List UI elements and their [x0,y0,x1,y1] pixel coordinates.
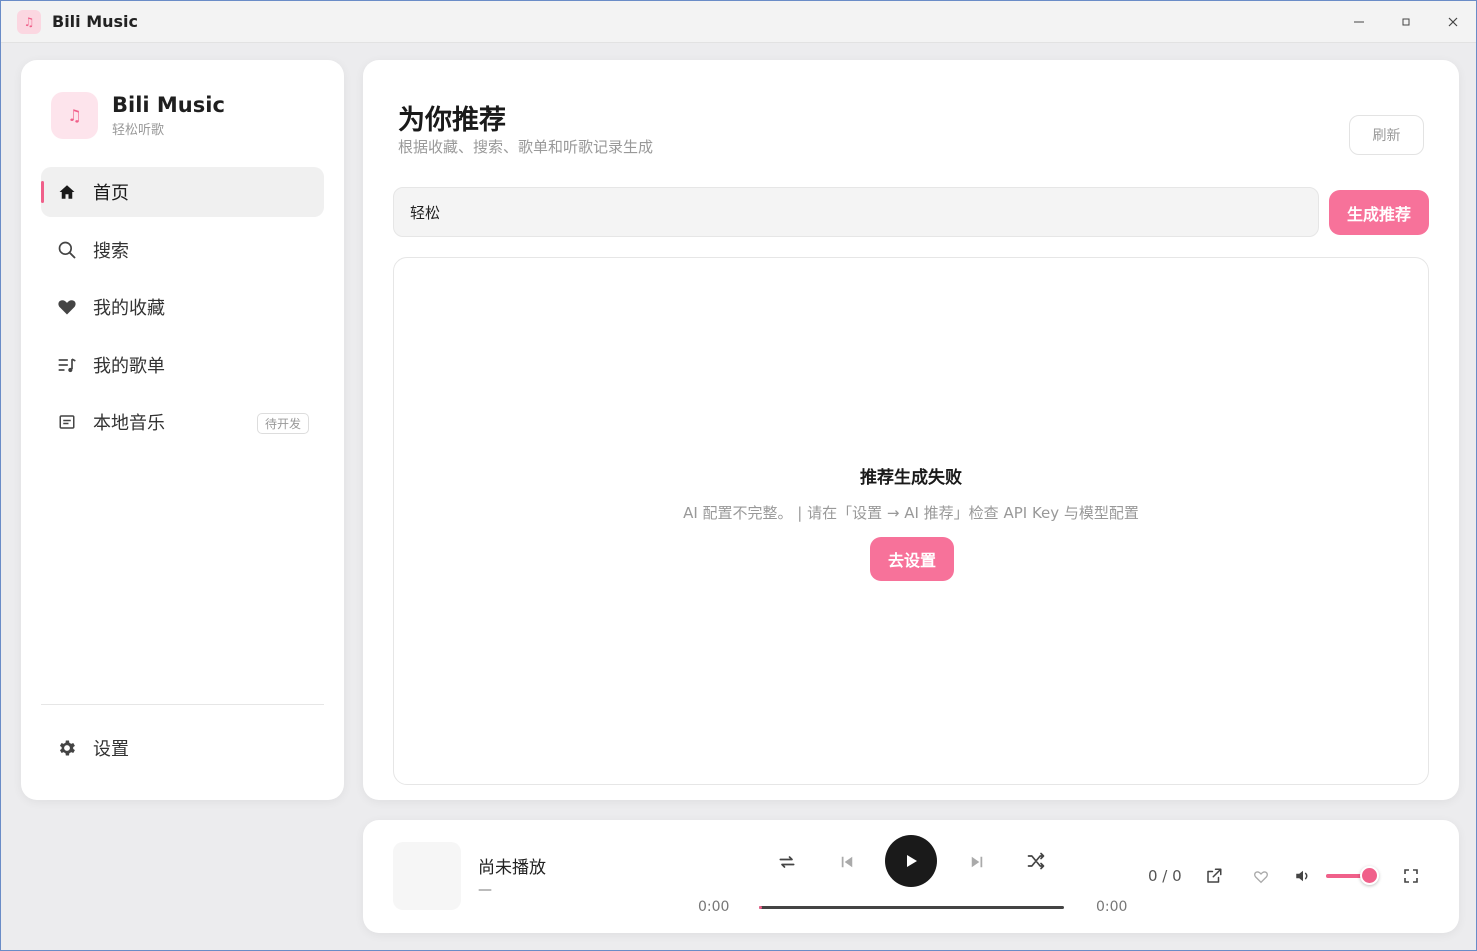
title-bar: ♫ Bili Music [1,1,1476,43]
play-button[interactable] [885,835,937,887]
recommendation-panel: 推荐生成失败 AI 配置不完整。 | 请在「设置 → AI 推荐」检查 API … [393,257,1429,785]
generate-button[interactable]: 生成推荐 [1329,190,1429,235]
shuffle-icon [1027,852,1045,870]
sidebar-item-search[interactable]: 搜索 [41,225,324,275]
shuffle-button[interactable] [1022,847,1050,875]
sidebar-item-home[interactable]: 首页 [41,167,324,217]
sidebar-item-label: 设置 [93,739,129,760]
error-title: 推荐生成失败 [860,468,962,488]
search-icon [57,240,77,260]
play-icon [907,855,917,867]
music-note-icon: ♫ [51,92,98,139]
open-external-button[interactable] [1201,863,1227,889]
sidebar-item-label: 我的收藏 [93,298,165,319]
heart-icon [57,297,77,317]
maximize-icon [1402,18,1409,26]
heart-outline-icon [1254,871,1268,884]
error-message: AI 配置不完整。 | 请在「设置 → AI 推荐」检查 API Key 与模型… [683,504,1139,522]
page-title: 为你推荐 [398,105,506,136]
close-icon [1448,17,1457,27]
time-total: 0:00 [1096,899,1128,915]
time-current: 0:00 [698,899,730,915]
home-icon [57,182,77,202]
volume-knob[interactable] [1360,866,1379,885]
sidebar-item-playlists[interactable]: 我的歌单 [41,340,324,390]
track-title: 尚未播放 [478,858,546,878]
app-logo-icon: ♫ [17,9,41,34]
volume-button[interactable] [1290,863,1316,889]
brand: ♫ Bili Music 轻松听歌 [51,92,225,139]
skip-back-icon [841,856,853,868]
sidebar-item-label: 我的歌单 [93,356,165,377]
local-music-icon [57,412,77,432]
fullscreen-button[interactable] [1398,863,1424,889]
main-panel: 为你推荐 根据收藏、搜索、歌单和听歌记录生成 刷新 生成推荐 推荐生成失败 AI… [363,60,1459,800]
player-bar: 尚未播放 — 0:00 0:00 0 / 0 [363,820,1459,933]
app-window: ♫ Bili Music ♫ Bili Music 轻松听歌 首页 搜索 我的收… [0,0,1477,951]
progress-fill [759,906,763,909]
sidebar-item-favorites[interactable]: 我的收藏 [41,282,324,332]
progress-bar[interactable] [759,906,1064,909]
brand-subtitle: 轻松听歌 [112,123,165,138]
page-subtitle: 根据收藏、搜索、歌单和听歌记录生成 [398,138,654,156]
minimize-icon [1353,21,1364,23]
repeat-button[interactable] [773,848,801,876]
playlist-icon [57,355,77,375]
skip-forward-icon [971,856,983,868]
sidebar-item-label: 搜索 [93,241,129,262]
fullscreen-icon [1404,869,1418,883]
brand-name: Bili Music [112,93,225,117]
go-settings-button[interactable]: 去设置 [870,537,954,581]
sidebar-item-local-music[interactable]: 本地音乐 待开发 [41,397,324,447]
sidebar-divider [41,704,324,705]
sidebar-item-label: 本地音乐 [93,413,165,434]
gear-icon [57,738,77,758]
minimize-button[interactable] [1335,1,1382,43]
track-artist: — [478,882,492,898]
previous-button[interactable] [833,848,861,876]
repeat-icon [779,856,795,868]
sidebar-item-label: 首页 [93,183,129,204]
external-link-icon [1207,868,1222,883]
window-title: Bili Music [52,12,139,31]
maximize-button[interactable] [1382,1,1429,43]
volume-slider[interactable] [1326,866,1379,885]
close-button[interactable] [1429,1,1476,43]
sidebar: ♫ Bili Music 轻松听歌 首页 搜索 我的收藏 我的歌单 本地音乐 待… [21,60,344,800]
window-controls [1335,1,1476,43]
volume-icon [1296,870,1308,882]
queue-count: 0 / 0 [1148,867,1182,885]
sidebar-item-settings[interactable]: 设置 [41,723,324,773]
status-badge: 待开发 [256,413,309,434]
prompt-input[interactable] [393,187,1319,237]
album-cover [393,842,461,910]
refresh-button[interactable]: 刷新 [1349,115,1424,155]
next-button[interactable] [963,848,991,876]
like-button[interactable] [1248,864,1274,890]
